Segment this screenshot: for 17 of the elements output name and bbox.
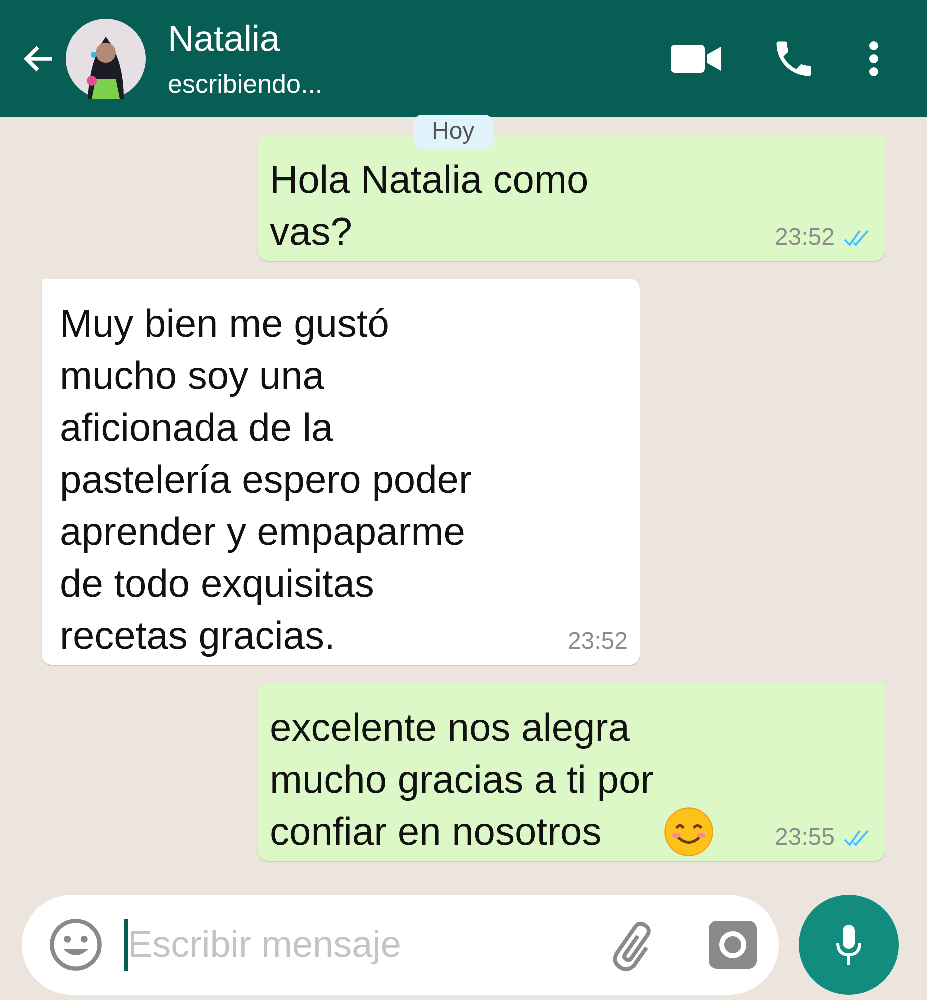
date-badge: Hoy xyxy=(414,115,493,149)
message-time: 23:55 xyxy=(774,823,835,853)
message-time: 23:52 xyxy=(568,627,628,657)
message-input-field[interactable]: Escribir mensaje xyxy=(128,924,607,966)
message-text: Muy bien me gustó mucho soy una aficionada de la pastelería espero poder aprender y empaparme de todo exquisitas recetas gracias. xyxy=(60,302,472,660)
emoji-icon[interactable] xyxy=(48,917,104,973)
typing-status: escribiendo... xyxy=(168,68,324,100)
message-composer-field[interactable]: Escribir mensaje xyxy=(22,895,779,995)
contact-name: Natalia xyxy=(168,16,282,60)
message-text: excelente nos alegra mucho gracias a ti por confiar en nosotros xyxy=(270,706,654,856)
message-time: 23:52 xyxy=(774,223,835,253)
message-text: Hola Natalia como vas? xyxy=(270,158,589,256)
microphone-icon xyxy=(834,923,864,967)
avatar[interactable] xyxy=(66,18,146,98)
video-call-icon[interactable] xyxy=(671,42,721,74)
camera-icon[interactable] xyxy=(709,921,757,969)
menu-icon[interactable] xyxy=(869,40,879,76)
